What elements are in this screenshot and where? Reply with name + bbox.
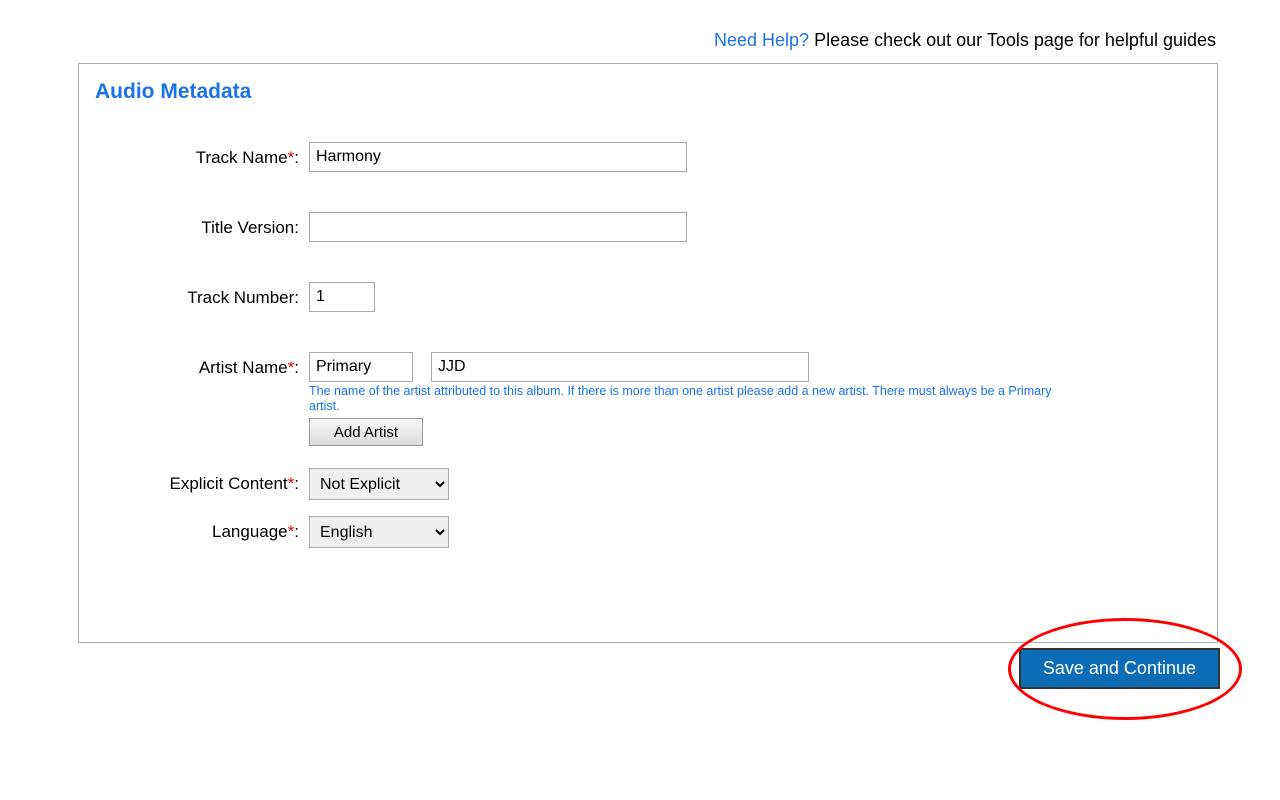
field-track-name: Track Name*:: [95, 142, 1205, 172]
label-track-name: Track Name*:: [95, 142, 309, 168]
track-number-input[interactable]: [309, 282, 375, 312]
save-button-wrap: Save and Continue: [1019, 648, 1220, 689]
field-track-number: Track Number:: [95, 282, 1205, 312]
label-artist-name: Artist Name*:: [95, 352, 309, 378]
field-explicit: Explicit Content*: Not Explicit: [95, 468, 1205, 500]
need-help-link[interactable]: Need Help?: [714, 30, 809, 50]
title-version-input[interactable]: [309, 212, 687, 242]
language-select[interactable]: English: [309, 516, 449, 548]
track-name-input[interactable]: [309, 142, 687, 172]
field-artist-name: Artist Name*: The name of the artist att…: [95, 352, 1205, 446]
help-line: Need Help? Please check out our Tools pa…: [0, 0, 1280, 63]
add-artist-button[interactable]: Add Artist: [309, 418, 423, 446]
audio-metadata-panel: Audio Metadata Track Name*: Title Versio…: [78, 63, 1218, 643]
field-title-version: Title Version:: [95, 212, 1205, 242]
label-language: Language*:: [95, 516, 309, 542]
label-explicit: Explicit Content*:: [95, 468, 309, 494]
artist-hint-text: The name of the artist attributed to thi…: [309, 384, 1059, 414]
artist-role-input[interactable]: [309, 352, 413, 382]
label-track-number: Track Number:: [95, 282, 309, 308]
save-and-continue-button[interactable]: Save and Continue: [1019, 648, 1220, 689]
explicit-select[interactable]: Not Explicit: [309, 468, 449, 500]
panel-title: Audio Metadata: [95, 80, 1205, 104]
help-tail-text: Please check out our Tools page for help…: [809, 30, 1216, 50]
field-language: Language*: English: [95, 516, 1205, 548]
artist-name-input[interactable]: [431, 352, 809, 382]
label-title-version: Title Version:: [95, 212, 309, 238]
